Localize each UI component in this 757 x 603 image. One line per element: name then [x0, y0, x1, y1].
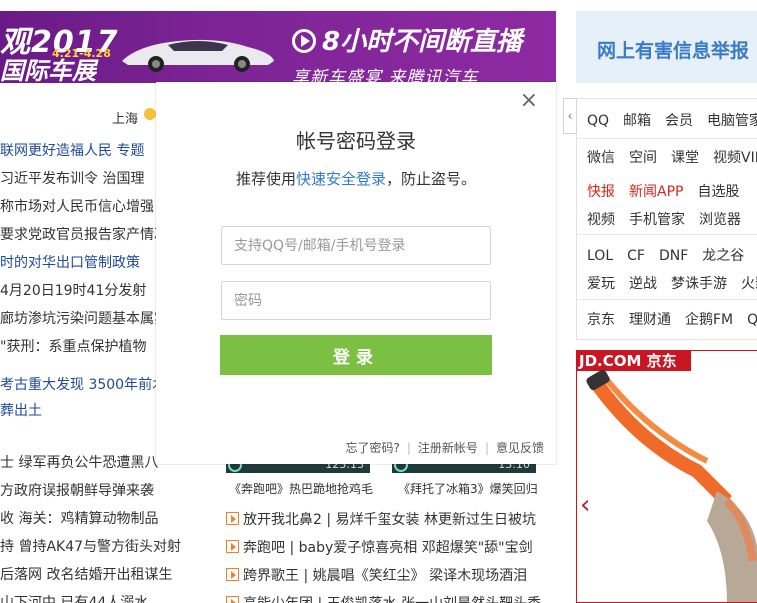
nav-link[interactable]: 视频 [587, 212, 615, 228]
forgot-password-link[interactable]: 忘了密码? [346, 441, 400, 455]
jd-ad[interactable]: JD.COM 京东 [576, 350, 757, 603]
car-illustration [122, 39, 274, 72]
video-feed-item[interactable]: 跨界歌王 | 姚晨唱《笑红尘》 梁译木现场酒泪 [226, 565, 527, 585]
nav-row: 京东理财通企鹅FM QQ [587, 309, 757, 329]
separator: | [406, 441, 411, 455]
nav-link[interactable]: 梦诛手游 [671, 276, 727, 292]
nav-row: 快报 新闻APP 自选股 [587, 181, 753, 201]
news-headline-link[interactable]: 持 曾持AK47与警方街头对射 [0, 537, 185, 557]
feed-item-text: 高能少年团 | 王俊凯落水 张一山刘昊然头靶头秀 [243, 596, 541, 603]
nav-link[interactable]: 逆战 [629, 276, 657, 292]
nav-link[interactable]: 邮箱 [623, 113, 651, 129]
nav-link[interactable]: QQ [747, 312, 757, 328]
nav-link[interactable]: 理财通 [629, 312, 671, 328]
news-headline-link[interactable]: 方政府误报朝鲜导弹来袭 [0, 481, 185, 501]
login-dialog: × 帐号密码登录 推荐使用快速安全登录，防止盗号。 登录 忘了密码? | 注册新帐号… [156, 82, 556, 464]
feedback-link[interactable]: 意见反馈 [496, 441, 544, 455]
nav-row: QQ 邮箱 会员 电脑管家 [587, 110, 757, 130]
play-circle-icon [292, 29, 316, 53]
dialog-subtitle: 推荐使用快速安全登录，防止盗号。 [156, 168, 556, 189]
account-input[interactable] [221, 226, 491, 265]
subtitle-suffix: ，防止盗号。 [386, 170, 477, 188]
nav-link[interactable]: 微信 [587, 150, 615, 166]
video-play-icon [226, 540, 239, 553]
nav-link[interactable]: DNF [659, 248, 688, 264]
weather-sun-icon [144, 108, 156, 120]
video-feed-item[interactable]: 高能少年团 | 王俊凯落水 张一山刘昊然头靶头秀 [226, 593, 541, 603]
nav-link[interactable]: 会员 [665, 113, 693, 129]
nav-link[interactable]: 电脑管家 [707, 113, 757, 129]
nav-divider [577, 234, 757, 235]
auto-show-banner-ad[interactable]: 观2017 4.21-4.28 国际车展 8小时不间断直播 享新车盛宴 来腾讯汽… [0, 11, 556, 83]
nav-link[interactable]: 自选股 [697, 184, 739, 200]
nav-link[interactable]: 视频VIP [713, 150, 757, 166]
city-label[interactable]: 上海 [112, 108, 138, 127]
video-feed-item[interactable]: 奔跑吧 | baby爱子惊喜亮相 邓超爆笑"舔"宝剑 [226, 537, 533, 557]
nav-link[interactable]: QQ [587, 113, 609, 129]
video-play-icon [226, 568, 239, 581]
video-play-icon [226, 512, 239, 525]
nav-row: 视频 手机管家 浏览器 [587, 209, 755, 229]
nav-row: 爱玩逆战梦诛手游火影 [587, 273, 757, 293]
video-caption-2[interactable]: 《拜托了冰箱3》爆笑回归 [398, 480, 538, 497]
nav-row: 微信空间课堂视频VIP [587, 147, 757, 167]
news-headline-link[interactable]: 山下河中 已有44人溺水 [0, 593, 185, 603]
nav-link[interactable]: 企鹅FM [685, 312, 733, 328]
separator: | [484, 441, 489, 455]
nav-divider [577, 138, 757, 139]
video-play-icon [226, 596, 239, 603]
nav-link[interactable]: 火影 [741, 276, 757, 292]
video-caption-1[interactable]: 《奔跑吧》热巴跪地抢鸡毛 [229, 480, 373, 497]
register-link[interactable]: 注册新帐号 [418, 441, 478, 455]
news-headline-link[interactable]: 后落网 改名结婚开出租谋生 [0, 565, 185, 585]
feed-item-text: 放开我北鼻2 | 易烊千玺女装 林更新过生日被坑 [243, 512, 536, 528]
chevron-left-icon[interactable]: ‹ [563, 98, 577, 134]
report-harmful-info-ad[interactable]: 网上有害信息举报 [576, 11, 757, 83]
nav-link[interactable]: 新闻APP [629, 184, 683, 200]
nav-link[interactable]: 手机管家 [629, 212, 685, 228]
login-button[interactable]: 登录 [220, 335, 492, 375]
nav-link[interactable]: 浏览器 [699, 212, 741, 228]
carousel-prev-arrow[interactable]: ‹ [580, 490, 590, 520]
nav-link[interactable]: 空间 [629, 150, 657, 166]
banner-slogan: 享新车盛宴 来腾讯汽车 [292, 68, 479, 83]
live-stream-title: 8小时不间断直播 [292, 21, 522, 58]
nav-divider [577, 299, 757, 300]
password-input[interactable] [221, 281, 491, 320]
nav-link[interactable]: CF [627, 248, 645, 264]
nav-link[interactable]: 龙之谷 [702, 248, 744, 264]
nav-link[interactable]: 快报 [587, 184, 615, 200]
dialog-title: 帐号密码登录 [296, 129, 416, 153]
quick-login-link[interactable]: 快速安全登录 [296, 170, 386, 188]
nav-link[interactable]: LOL [587, 248, 613, 264]
subtitle-prefix: 推荐使用 [235, 170, 296, 188]
slingshot-illustration [586, 369, 757, 602]
news-headline-link[interactable]: 收 海关：鸡精算动物制品 [0, 509, 185, 529]
feed-item-text: 跨界歌王 | 姚晨唱《笑红尘》 梁译木现场酒泪 [243, 568, 528, 584]
nav-link[interactable]: 课堂 [671, 150, 699, 166]
banner-brand-line2: 国际车展 [0, 57, 96, 83]
live-title-text: 8小时不间断直播 [322, 27, 523, 57]
nav-row: LOL CF DNF 龙之谷 [587, 245, 757, 265]
feed-item-text: 奔跑吧 | baby爱子惊喜亮相 邓超爆笑"舔"宝剑 [243, 540, 533, 556]
nav-link[interactable]: 京东 [587, 312, 615, 328]
close-icon[interactable]: × [520, 88, 538, 113]
nav-link[interactable]: 爱玩 [587, 276, 615, 292]
video-feed-item[interactable]: 放开我北鼻2 | 易烊千玺女装 林更新过生日被坑 [226, 509, 536, 529]
dialog-footer-links: 忘了密码? | 注册新帐号 | 意见反馈 [346, 439, 545, 456]
